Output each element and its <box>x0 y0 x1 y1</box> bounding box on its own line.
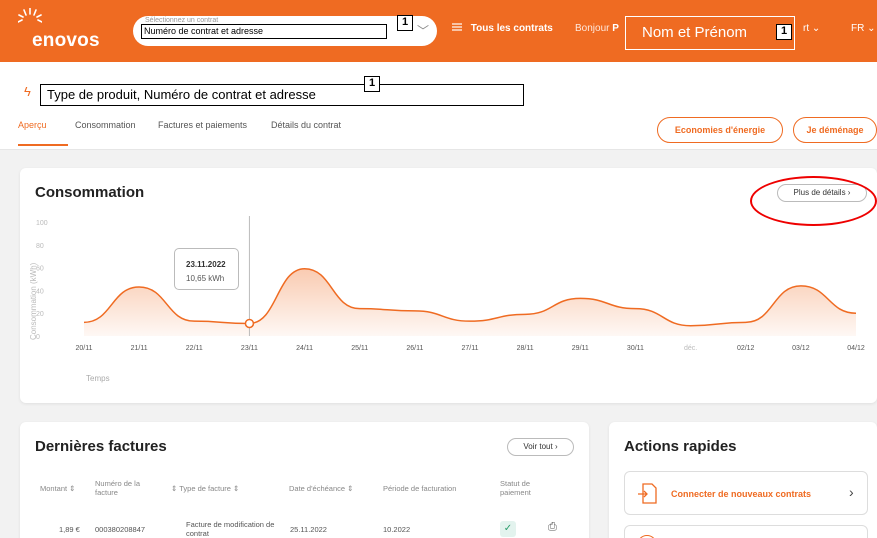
document-plus-icon <box>638 483 657 504</box>
top-navigation-bar: enovos Sélectionnez un contrat Numéro de… <box>0 0 877 62</box>
data-point <box>244 318 255 329</box>
chevron-right-icon: › <box>849 484 854 500</box>
contract-header: ϟ Type de produit, Numéro de contrat et … <box>0 62 877 150</box>
contract-selector-value: Numéro de contrat et adresse <box>141 24 387 39</box>
consumption-card: Consommation Plus de détails › 0 20 40 60 80… <box>20 168 877 403</box>
invoice-due-date: 25.11.2022 <box>290 525 327 534</box>
tab-contract-details[interactable]: Détails du contrat <box>271 120 341 130</box>
column-invoice-number[interactable]: Numéro de la facture <box>95 479 155 497</box>
connect-contracts-action[interactable]: Connecter de nouveaux contrats › <box>624 471 868 515</box>
x-tick-label: 24/11 <box>296 345 313 352</box>
tooltip-value: 10,65 kWh <box>186 274 225 283</box>
invoice-amount: 1,89 € <box>59 525 80 534</box>
column-invoice-type[interactable]: ⇕ Type de facture ⇕ <box>171 484 239 493</box>
account-label: rt <box>803 23 810 34</box>
annotation-badge: 1 <box>776 24 792 40</box>
x-tick-label: 20/11 <box>76 345 93 352</box>
moving-button[interactable]: Je déménage <box>793 117 877 143</box>
all-contracts-link[interactable]: Tous les contrats <box>452 23 553 34</box>
menu-icon <box>452 23 462 31</box>
user-name-box[interactable]: Nom et Prénom 1 <box>625 16 795 50</box>
x-tick-label: 23/11 <box>241 345 258 352</box>
x-tick-label: 04/12 <box>847 345 865 352</box>
language-label: FR <box>851 23 865 34</box>
see-all-button[interactable]: Voir tout › <box>507 438 574 456</box>
highlight-circle <box>750 176 877 226</box>
greeting-text: Bonjour <box>575 23 610 34</box>
column-billing-period: Période de facturation <box>383 484 457 493</box>
annotation-badge: 1 <box>364 76 380 92</box>
chevron-down-icon: ⌄ <box>867 23 876 34</box>
x-tick-label: 21/11 <box>131 345 148 352</box>
download-icon[interactable]: ⎙ <box>548 521 557 534</box>
quick-action-item[interactable] <box>624 525 868 538</box>
logo-burst-icon <box>18 8 42 23</box>
greeting: Bonjour P <box>575 23 619 34</box>
contract-selector[interactable]: Sélectionnez un contrat Numéro de contra… <box>133 15 437 46</box>
column-amount[interactable]: Montant ⇕ <box>40 484 75 493</box>
contract-selector-label: Sélectionnez un contrat <box>145 17 219 24</box>
tab-invoices-payments[interactable]: Factures et paiements <box>158 120 247 130</box>
language-selector[interactable]: FR ⌄ <box>851 23 876 34</box>
tab-consumption[interactable]: Consommation <box>75 120 136 130</box>
user-name: Nom et Prénom <box>642 24 748 41</box>
greeting-initial: P <box>612 23 619 34</box>
product-title: Type de produit, Numéro de contrat et ad… <box>40 84 524 106</box>
x-tick-label: 02/12 <box>737 345 755 352</box>
chevron-down-icon: ⌄ <box>811 23 821 34</box>
x-tick-label: 30/11 <box>627 345 644 352</box>
column-payment-status: Statut de paiement <box>500 479 531 497</box>
logo-text: enovos <box>32 30 100 51</box>
annotation-badge: 1 <box>397 15 413 31</box>
consumption-chart: 020406080100Consommation (kWh)Temps20/11… <box>29 216 865 383</box>
invoice-number[interactable]: 000380208847 <box>95 525 145 534</box>
x-tick-label: 29/11 <box>572 345 589 352</box>
x-tick-label: 25/11 <box>351 345 368 352</box>
enovos-logo[interactable]: enovos <box>18 8 100 52</box>
invoice-period: 10.2022 <box>383 525 411 534</box>
active-tab-indicator <box>18 144 68 146</box>
account-menu[interactable]: rt ⌄ <box>803 23 820 34</box>
tab-overview[interactable]: Aperçu <box>18 120 47 130</box>
quick-actions-title: Actions rapides <box>624 438 737 455</box>
all-contracts-label: Tous les contrats <box>470 23 553 34</box>
chart-tooltip: 23.11.2022 10,65 kWh <box>174 248 239 290</box>
x-tick-label: 27/11 <box>462 345 479 352</box>
x-tick-label: 28/11 <box>517 345 534 352</box>
connect-contracts-label: Connecter de nouveaux contrats <box>671 489 812 499</box>
y-tick-label: 80 <box>36 243 44 250</box>
check-icon: ✓ <box>500 521 516 537</box>
invoice-type: Facture de modification de contrat <box>186 520 275 538</box>
tooltip-date: 23.11.2022 <box>186 260 226 269</box>
x-tick-label: 22/11 <box>186 345 203 352</box>
y-axis-label: Consommation (kWh) <box>29 262 38 340</box>
lightning-icon: ϟ <box>24 84 31 99</box>
invoices-title: Dernières factures <box>35 438 167 455</box>
y-tick-label: 100 <box>36 220 48 227</box>
x-tick-label: 03/12 <box>792 345 810 352</box>
chevron-down-icon: ﹀ <box>417 24 430 38</box>
x-tick-label: 26/11 <box>406 345 423 352</box>
x-tick-label: déc. <box>684 345 697 352</box>
column-due-date[interactable]: Date d'échéance ⇕ <box>289 484 353 493</box>
energy-savings-button[interactable]: Economies d'énergie <box>657 117 783 143</box>
x-axis-label: Temps <box>86 374 110 383</box>
